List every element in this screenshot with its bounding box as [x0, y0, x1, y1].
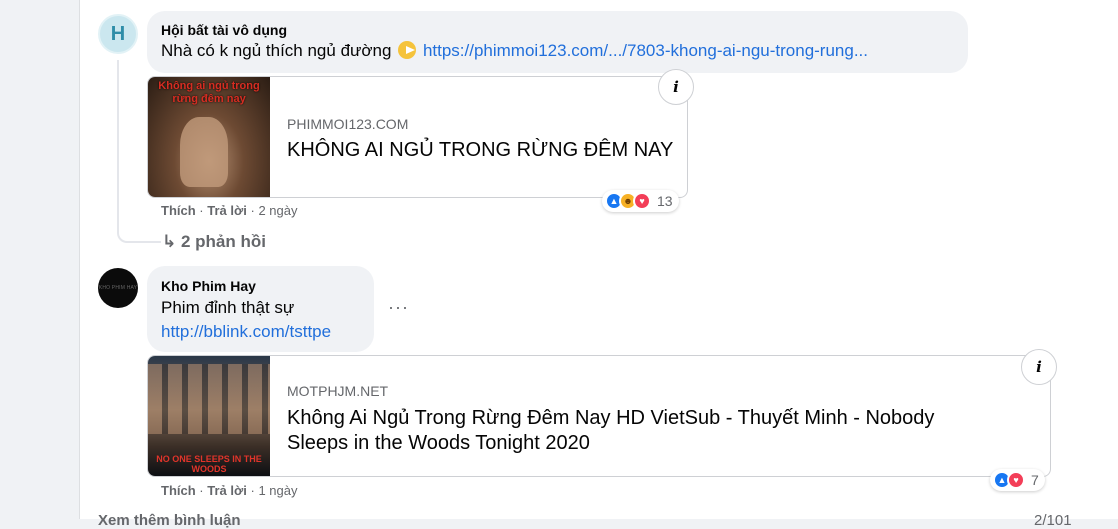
reaction-summary[interactable]: ▲ ♥ 7	[990, 469, 1045, 491]
timestamp[interactable]: 1 ngày	[258, 483, 297, 498]
view-more-comments-link[interactable]: Xem thêm bình luận	[98, 512, 241, 529]
link-preview-thumbnail: Không ai ngủ trong rừng đêm nay	[148, 77, 270, 197]
link-title: KHÔNG AI NGỦ TRONG RỪNG ĐÊM NAY	[287, 139, 674, 161]
thumbnail-title: Không ai ngủ trong rừng đêm nay	[158, 80, 260, 105]
thumbnail-title: NO ONE SLEEPS IN THE WOODS	[156, 454, 262, 474]
like-button[interactable]: Thích	[161, 483, 196, 498]
separator: ·	[250, 483, 255, 498]
comment-body: Phim đỉnh thật sự	[161, 298, 295, 317]
info-icon[interactable]: i	[658, 69, 694, 105]
view-replies-link[interactable]: ↳ 2 phản hồi	[162, 232, 266, 252]
reply-button[interactable]: Trả lời	[207, 203, 247, 218]
pacman-emoji-icon	[398, 41, 417, 59]
link-preview-thumbnail: NO ONE SLEEPS IN THE WOODS	[148, 356, 270, 476]
separator: ·	[250, 203, 255, 218]
more-options-button[interactable]: ···	[388, 297, 409, 318]
info-icon[interactable]: i	[1021, 349, 1057, 385]
link-title-line2: Sleeps in the Woods Tonight 2020	[287, 432, 590, 454]
link-preview-card[interactable]: NO ONE SLEEPS IN THE WOODS MOTPHJM.NET K…	[147, 355, 1051, 477]
cast-image	[148, 364, 270, 434]
comment-actions: Thích · Trả lời · 1 ngày	[161, 483, 298, 498]
timestamp[interactable]: 2 ngày	[258, 203, 297, 218]
reply-arrow-icon: ↳	[162, 232, 177, 251]
reaction-count: 13	[657, 193, 673, 209]
reaction-count: 7	[1031, 472, 1039, 488]
hand-image	[180, 117, 228, 187]
comment-author[interactable]: Hội bất tài vô dụng	[161, 22, 287, 38]
comment-body: Nhà có k ngủ thích ngủ đường	[161, 41, 392, 60]
replies-label: 2 phản hồi	[180, 232, 266, 251]
comment-actions: Thích · Trả lời · 2 ngày	[161, 203, 298, 218]
comment-author[interactable]: Kho Phim Hay	[161, 278, 256, 294]
avatar-letter: H	[110, 22, 126, 45]
love-icon: ♥	[1007, 471, 1025, 489]
link-domain: MOTPHJM.NET	[287, 383, 389, 399]
comment-link[interactable]: https://phimmoi123.com/.../7803-khong-ai…	[423, 41, 868, 60]
comment-link[interactable]: http://bblink.com/tsttpe	[161, 322, 331, 342]
link-preview-card[interactable]: Không ai ngủ trong rừng đêm nay PHIMMOI1…	[147, 76, 688, 198]
avatar[interactable]: KHO PHIM HAY	[98, 268, 138, 308]
separator: ·	[199, 483, 204, 498]
avatar-logo: KHO PHIM HAY	[98, 285, 138, 291]
like-button[interactable]: Thích	[161, 203, 196, 218]
separator: ·	[199, 203, 204, 218]
link-domain: PHIMMOI123.COM	[287, 116, 409, 132]
love-icon: ♥	[633, 192, 651, 210]
avatar[interactable]: H	[98, 14, 138, 54]
link-title-line1: Không Ai Ngủ Trong Rừng Đêm Nay HD VietS…	[287, 407, 935, 429]
reply-button[interactable]: Trả lời	[207, 483, 247, 498]
comment-counter: 2/101	[1034, 512, 1072, 529]
reaction-summary[interactable]: ▲ ☻ ♥ 13	[602, 190, 679, 212]
comment-text: Nhà có k ngủ thích ngủ đường https://phi…	[161, 41, 868, 61]
